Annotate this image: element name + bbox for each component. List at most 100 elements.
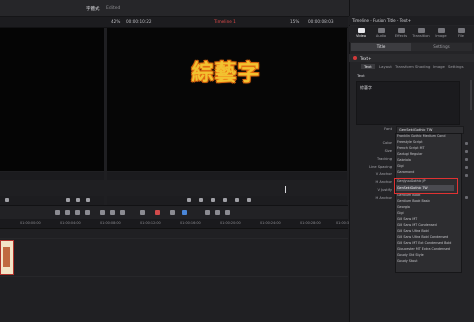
menu-item[interactable]: Goudy Old Style (397, 253, 424, 257)
menu-item[interactable]: Gill Sans MT Ext Condensed Bold (397, 241, 451, 245)
audio-icon (377, 28, 385, 33)
marker-icon[interactable] (182, 210, 187, 215)
blade-tool-icon[interactable] (85, 210, 90, 215)
timeline-scrubber[interactable] (107, 172, 347, 180)
inspector-scrollbar[interactable] (470, 80, 472, 110)
viewer-bar: 42% 00:00:10:22 Timeline 1 15% 00:00:08:… (0, 17, 348, 28)
menu-item[interactable]: Garamond (397, 170, 414, 174)
menu-item[interactable]: Gloucester MT Extra Condensed (397, 247, 450, 251)
timeline-name[interactable]: Timeline 1 (214, 19, 236, 24)
keyframe-icon[interactable] (465, 166, 468, 169)
flag-icon[interactable] (170, 210, 175, 215)
insert-clip-icon[interactable] (100, 210, 105, 215)
snapping-icon[interactable] (140, 210, 145, 215)
subtab-transform[interactable]: Transform (395, 64, 414, 69)
menu-item[interactable]: Franklin Gothic Medium Cond (397, 134, 445, 138)
selection-tool-icon[interactable] (55, 210, 60, 215)
timeline-ruler[interactable]: 01:00:00:00 01:00:04:00 01:00:08:00 01:0… (0, 219, 357, 229)
subtab-image[interactable]: Image (433, 64, 445, 69)
styled-text-input[interactable]: 綜藝字 (356, 81, 460, 125)
annotation-highlight-box (394, 178, 458, 194)
next-icon[interactable] (86, 198, 90, 202)
play-icon[interactable] (223, 198, 227, 202)
menu-item[interactable]: Gill Sans MT Condensed (397, 223, 437, 227)
tab-audio[interactable]: Audio (371, 28, 391, 40)
menu-item[interactable]: Goudy Stout (397, 259, 418, 263)
subtab-text[interactable]: Text (361, 64, 375, 69)
segment-title[interactable]: Title (351, 43, 411, 51)
timeline-toolbar (0, 205, 348, 220)
playhead-marker[interactable] (285, 186, 286, 193)
timecode-right: 00:00:08:03 (308, 19, 334, 24)
keyframe-icon[interactable] (465, 174, 468, 177)
menu-item[interactable]: Gentium Book Basic (397, 199, 430, 203)
source-viewer[interactable] (0, 28, 104, 171)
zoom-in-icon[interactable] (225, 210, 230, 215)
track-divider (0, 238, 348, 239)
skip-start-icon[interactable] (187, 198, 191, 202)
menu-item[interactable]: Gill Sans Ultra Bold (397, 229, 429, 233)
subtab-shading[interactable]: Shading (415, 64, 430, 69)
source-transport (0, 196, 104, 205)
play-icon[interactable] (76, 198, 80, 202)
image-icon (437, 28, 445, 33)
v-anchor-label: V Anchor (375, 172, 392, 176)
subtab-layout[interactable]: Layout (379, 64, 392, 69)
enable-dot-icon[interactable] (353, 56, 357, 60)
keyframe-icon[interactable] (465, 196, 468, 199)
zoom-left[interactable]: 42% (111, 19, 120, 24)
keyframe-icon[interactable] (465, 158, 468, 161)
menu-item[interactable]: Gigi (397, 211, 403, 215)
inspector-header: Timeline - Fusion Title - Text+ (349, 16, 474, 25)
subtab-settings[interactable]: Settings (448, 64, 464, 69)
menu-item[interactable]: Gigi (397, 164, 403, 168)
ruler-tick: 01:00:20:00 (220, 221, 241, 225)
inspector-title: Timeline - Fusion Title - Text+ (352, 18, 412, 23)
font-label: Font (384, 127, 392, 131)
skip-end-icon[interactable] (235, 198, 239, 202)
menu-item[interactable]: French Script MT (397, 146, 424, 150)
keyframe-icon[interactable] (465, 150, 468, 153)
project-status: Edited (106, 6, 121, 11)
menu-item[interactable]: Gill Sans MT (397, 217, 417, 221)
dynamic-trim-icon[interactable] (75, 210, 80, 215)
textplus-tabs: Text Layout Transform Shading Image Sett… (349, 63, 474, 71)
stop-icon[interactable] (211, 198, 215, 202)
keyframe-icon[interactable] (465, 142, 468, 145)
timeline-transport (107, 196, 347, 205)
replace-clip-icon[interactable] (120, 210, 125, 215)
overwrite-clip-icon[interactable] (110, 210, 115, 215)
tab-file[interactable]: File (451, 28, 471, 40)
ruler-tick: 01:00:28:00 (300, 221, 321, 225)
tracking-label: Tracking (377, 157, 392, 161)
zoom-out-icon[interactable] (205, 210, 210, 215)
reverse-icon[interactable] (199, 198, 203, 202)
menu-item[interactable]: Gabriola (397, 158, 411, 162)
zoom-right[interactable]: 15% (290, 19, 299, 24)
timeline-viewer[interactable] (107, 28, 347, 171)
menu-item[interactable]: Gadugi Regular (397, 152, 422, 156)
menu-item[interactable]: Gill Sans Ultra Bold Condensed (397, 235, 448, 239)
source-scrubber[interactable] (0, 172, 104, 180)
ruler-tick: 01:00:16:00 (180, 221, 201, 225)
menu-item[interactable]: Freestyle Script (397, 140, 423, 144)
tab-effects[interactable]: Effects (391, 28, 411, 40)
prev-icon[interactable] (66, 198, 70, 202)
title-text-preview[interactable]: 綜藝字 (120, 55, 332, 87)
zoom-icon[interactable] (215, 210, 220, 215)
section-title: Text+ (360, 55, 372, 61)
loop-icon[interactable] (5, 198, 9, 202)
tab-image[interactable]: Image (431, 28, 451, 40)
ruler-tick: 01:00:00:00 (20, 221, 41, 225)
loop-icon[interactable] (247, 198, 251, 202)
text-section-header[interactable]: Text (351, 72, 471, 79)
menu-item[interactable]: Georgia (397, 205, 410, 209)
textplus-section[interactable]: Text+ (349, 54, 474, 62)
tab-video[interactable]: Video (351, 28, 371, 40)
trim-tool-icon[interactable] (65, 210, 70, 215)
link-icon[interactable] (155, 210, 160, 215)
styled-text-value: 綜藝字 (360, 85, 372, 90)
segment-settings[interactable]: Settings (411, 43, 472, 51)
ruler-tick: 01:00:08:00 (100, 221, 121, 225)
tab-transition[interactable]: Transition (411, 28, 431, 40)
